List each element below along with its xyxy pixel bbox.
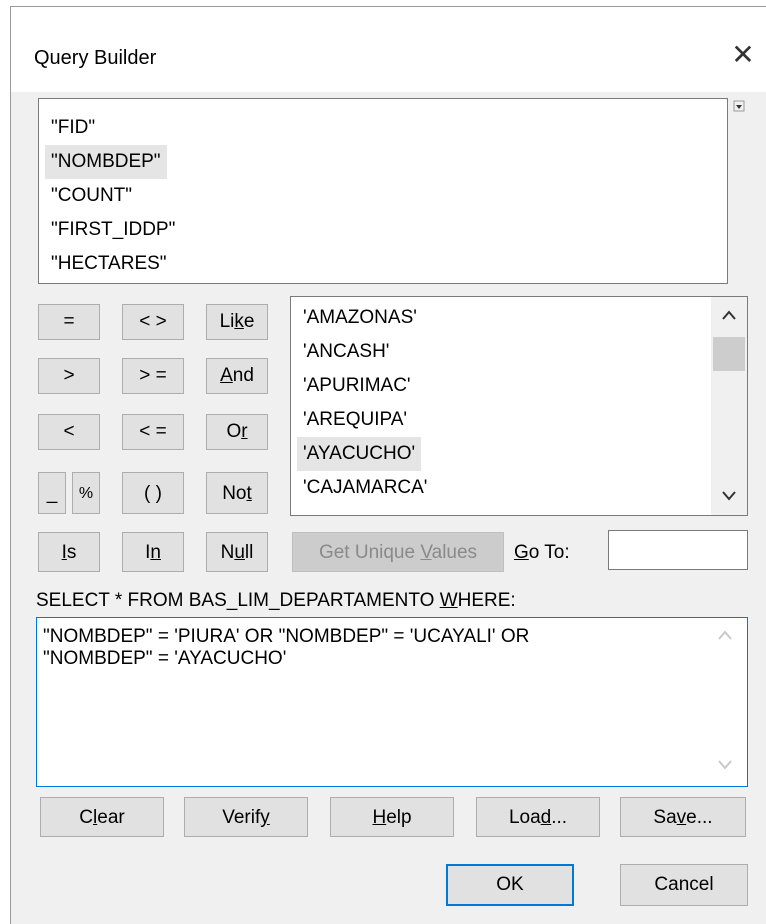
less-than-button[interactable]: < <box>38 414 100 450</box>
value-item-selected[interactable]: 'AYACUCHO' <box>297 437 422 471</box>
field-item[interactable]: "COUNT" <box>45 179 138 213</box>
dialog-title: Query Builder <box>34 47 157 69</box>
scroll-down-icon[interactable] <box>721 489 737 501</box>
equals-button[interactable]: = <box>38 304 100 340</box>
ok-button[interactable]: OK <box>446 864 574 906</box>
list-options-icon[interactable] <box>733 100 745 112</box>
value-item[interactable]: 'AMAZONAS' <box>297 301 423 335</box>
help-button[interactable]: Help <box>330 797 454 837</box>
where-expression-input[interactable] <box>36 617 748 787</box>
like-button[interactable]: Like <box>206 304 268 340</box>
expr-scroll-up-icon[interactable] <box>716 628 734 642</box>
values-scrollbar[interactable] <box>711 297 747 515</box>
goto-input[interactable] <box>608 530 748 570</box>
greater-than-button[interactable]: > <box>38 358 100 394</box>
not-equals-button[interactable]: < > <box>122 304 184 340</box>
percent-wildcard-button[interactable]: % <box>72 472 100 514</box>
less-equal-button[interactable]: < = <box>122 414 184 450</box>
where-clause-label: SELECT * FROM BAS_LIM_DEPARTAMENTO WHERE… <box>36 590 516 611</box>
cancel-button[interactable]: Cancel <box>620 864 748 906</box>
unique-values-list[interactable]: 'AMAZONAS' 'ANCASH' 'APURIMAC' 'AREQUIPA… <box>290 296 748 516</box>
and-button[interactable]: And <box>206 358 268 394</box>
get-unique-values-button[interactable]: Get Unique Values <box>292 532 504 572</box>
field-item[interactable]: "FID" <box>45 111 101 145</box>
fields-list[interactable]: "FID" "NOMBDEP" "COUNT" "FIRST_IDDP" "HE… <box>38 98 728 284</box>
null-button[interactable]: Null <box>206 532 268 572</box>
close-icon[interactable]: ✕ <box>728 40 758 70</box>
field-item-selected[interactable]: "NOMBDEP" <box>45 145 167 179</box>
verify-button[interactable]: Verify <box>184 797 308 837</box>
is-button[interactable]: Is <box>38 532 100 572</box>
field-item[interactable]: "FIRST_IDDP" <box>45 213 181 247</box>
greater-equal-button[interactable]: > = <box>122 358 184 394</box>
load-button[interactable]: Load... <box>476 797 600 837</box>
value-item[interactable]: 'ANCASH' <box>297 335 395 369</box>
clear-button[interactable]: Clear <box>40 797 164 837</box>
value-item[interactable]: 'CAJAMARCA' <box>297 471 433 505</box>
parentheses-button[interactable]: ( ) <box>122 472 184 514</box>
not-button[interactable]: Not <box>206 472 268 514</box>
expr-scroll-down-icon[interactable] <box>716 758 734 772</box>
underscore-wildcard-button[interactable]: _ <box>38 472 66 514</box>
or-button[interactable]: Or <box>206 414 268 450</box>
value-item[interactable]: 'AREQUIPA' <box>297 403 413 437</box>
in-button[interactable]: In <box>122 532 184 572</box>
save-button[interactable]: Save... <box>620 797 746 837</box>
value-item[interactable]: 'APURIMAC' <box>297 369 417 403</box>
scroll-up-icon[interactable] <box>721 309 737 321</box>
goto-label: Go To: <box>514 542 570 563</box>
field-item[interactable]: "HECTARES" <box>45 247 173 281</box>
scroll-thumb[interactable] <box>713 337 745 371</box>
